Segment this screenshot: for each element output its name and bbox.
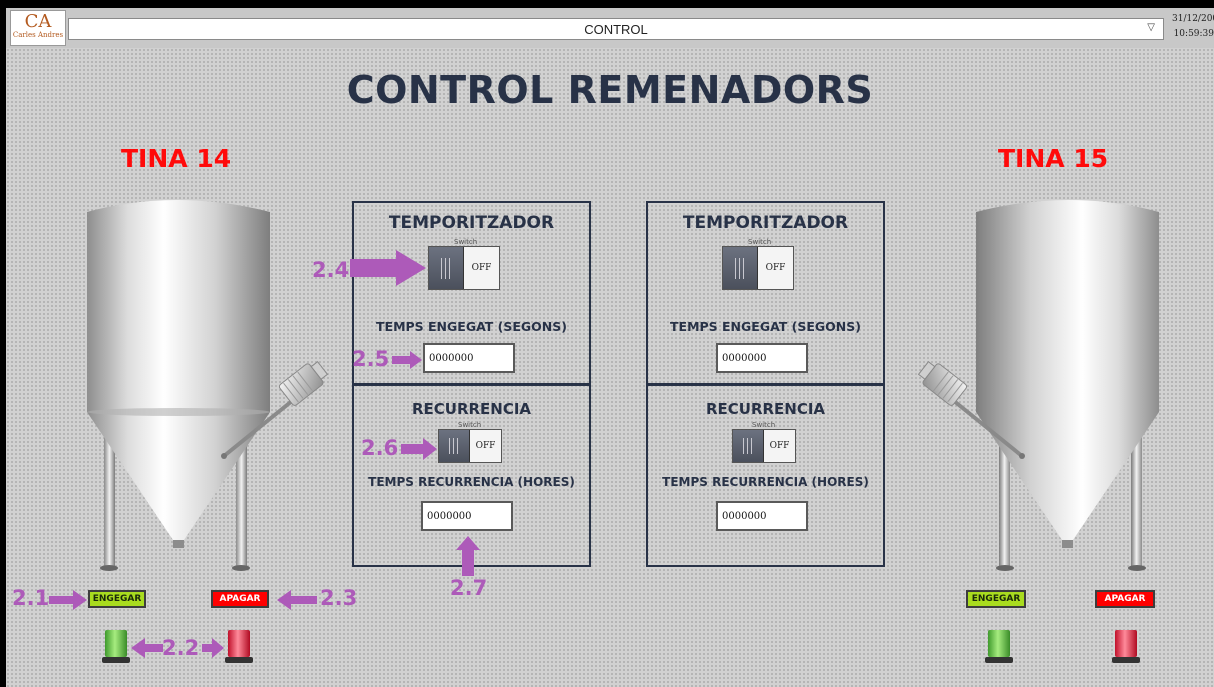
fermentation-tank-icon	[87, 200, 329, 571]
switch-state-label: OFF	[475, 441, 496, 451]
arrow-icon	[392, 351, 422, 369]
timer-switch-14[interactable]: OFF	[428, 246, 500, 290]
stop-button-15[interactable]: APAGAR	[1095, 590, 1155, 608]
switch-caption: Switch	[748, 238, 772, 246]
timer-panel-15: TEMPORITZADOR Switch OFF TEMPS ENGEGAT (…	[646, 201, 885, 385]
annotation-2-5: 2.5	[352, 347, 390, 371]
timer-title: TEMPORITZADOR	[388, 213, 555, 233]
arrow-icon	[49, 590, 87, 610]
start-button-15[interactable]: ENGEGAR	[966, 590, 1026, 608]
annotation-2-4: 2.4	[312, 258, 350, 282]
red-beacon-lamp-icon	[225, 630, 253, 663]
arrow-icon	[131, 638, 163, 658]
recurrence-time-label: TEMPS RECURRENCIA (HORES)	[662, 475, 869, 489]
red-beacon-lamp-icon	[1112, 630, 1140, 663]
green-beacon-lamp-icon	[985, 630, 1013, 663]
on-time-input-15[interactable]	[716, 343, 808, 373]
top-bar: CA Carles Andres CONTROL ▽ 31/12/2000 10…	[6, 8, 1214, 48]
annotation-2-6: 2.6	[361, 436, 399, 460]
arrow-icon	[401, 438, 437, 460]
arrow-icon	[202, 638, 224, 658]
switch-knob	[733, 430, 764, 462]
arrow-icon	[350, 250, 426, 286]
tank-15-title: TINA 15	[998, 144, 1109, 173]
logo-mark: CA	[24, 11, 52, 32]
annotation-2-3: 2.3	[320, 586, 358, 610]
start-button-14[interactable]: ENGEGAR	[88, 590, 146, 608]
on-time-label: TEMPS ENGEGAT (SEGONS)	[670, 319, 861, 334]
tank-14-title: TINA 14	[121, 144, 232, 173]
recurrence-time-label: TEMPS RECURRENCIA (HORES)	[368, 475, 575, 489]
switch-state-label: OFF	[471, 263, 492, 273]
on-time-label: TEMPS ENGEGAT (SEGONS)	[376, 319, 567, 334]
chevron-down-icon: ▽	[1147, 22, 1155, 33]
arrow-icon	[456, 536, 480, 576]
recurrence-panel-15: RECURRENCIA Switch OFF TEMPS RECURRENCIA…	[646, 384, 885, 567]
recurrence-title: RECURRENCIA	[705, 400, 826, 418]
green-beacon-lamp-icon	[102, 630, 130, 663]
clock: 31/12/2000 10:59:39	[1172, 12, 1214, 42]
switch-state-label: OFF	[765, 263, 786, 273]
arrow-icon	[277, 590, 317, 610]
annotation-2-1: 2.1	[12, 586, 50, 610]
switch-caption: Switch	[458, 421, 482, 429]
fermentation-tank-icon	[917, 200, 1159, 571]
clock-time: 10:59:39	[1173, 29, 1214, 39]
recurrence-switch-15[interactable]: OFF	[732, 429, 796, 463]
annotation-2-2: 2.2	[162, 636, 200, 660]
hmi-screen: CA Carles Andres CONTROL ▽ 31/12/2000 10…	[6, 8, 1214, 687]
stop-button-14[interactable]: APAGAR	[211, 590, 269, 608]
recurrence-time-input-14[interactable]	[421, 501, 513, 531]
recurrence-title: RECURRENCIA	[411, 400, 532, 418]
annotation-2-7: 2.7	[450, 576, 488, 600]
timer-title: TEMPORITZADOR	[682, 213, 849, 233]
screen-selector-dropdown[interactable]: CONTROL ▽	[68, 18, 1164, 40]
page-title: CONTROL REMENADORS	[346, 68, 874, 112]
screen-selector-value: CONTROL	[584, 22, 648, 37]
switch-knob	[439, 430, 470, 462]
switch-knob	[429, 247, 464, 289]
timer-switch-15[interactable]: OFF	[722, 246, 794, 290]
switch-knob	[723, 247, 758, 289]
switch-caption: Switch	[454, 238, 478, 246]
clock-date: 31/12/2000	[1172, 14, 1214, 24]
logo-subtitle: Carles Andres	[12, 31, 64, 39]
recurrence-time-input-15[interactable]	[716, 501, 808, 531]
company-logo: CA Carles Andres	[10, 10, 66, 46]
recurrence-switch-14[interactable]: OFF	[438, 429, 502, 463]
switch-caption: Switch	[752, 421, 776, 429]
on-time-input-14[interactable]	[423, 343, 515, 373]
switch-state-label: OFF	[769, 441, 790, 451]
